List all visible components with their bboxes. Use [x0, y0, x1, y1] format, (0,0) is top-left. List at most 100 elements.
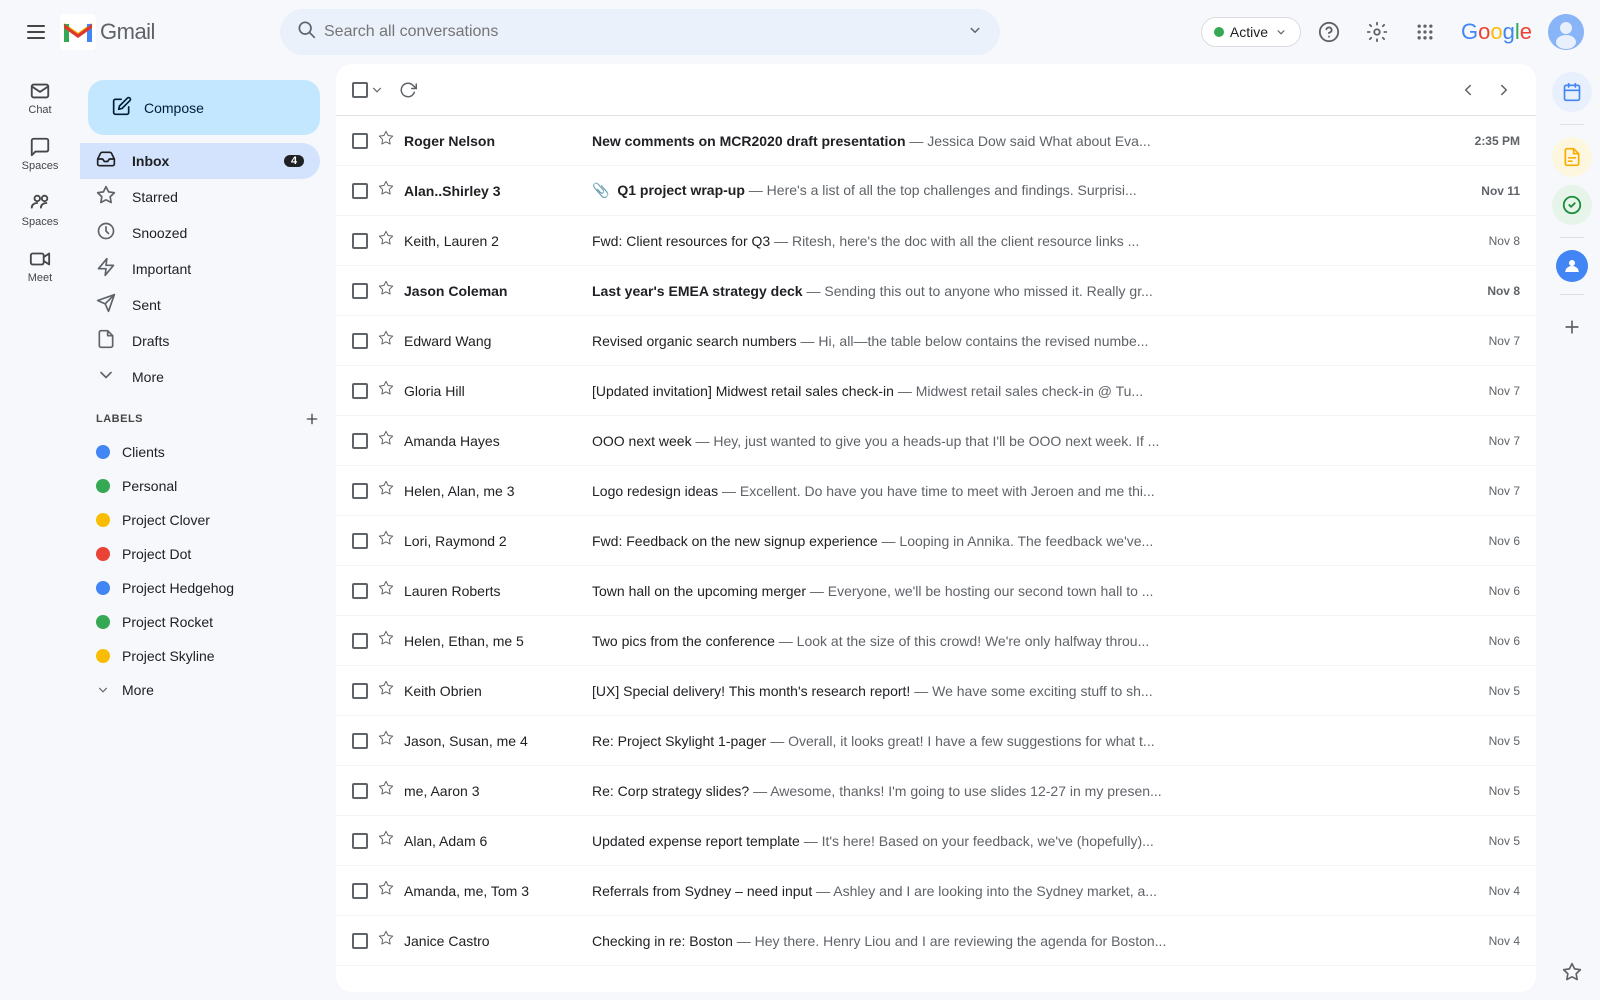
email-checkbox[interactable] [352, 933, 368, 949]
sidebar-item-important[interactable]: Important [80, 251, 320, 287]
sidebar-label-project-skyline[interactable]: Project Skyline [80, 639, 320, 673]
email-star-icon[interactable] [376, 330, 396, 351]
email-checkbox[interactable] [352, 433, 368, 449]
help-button[interactable] [1309, 12, 1349, 52]
email-checkbox[interactable] [352, 383, 368, 399]
sidebar-label-project-dot[interactable]: Project Dot [80, 537, 320, 571]
table-row[interactable]: Amanda Hayes OOO next week — Hey, just w… [336, 416, 1536, 466]
main-nav: Inbox 4 Starred Snoozed [80, 143, 336, 395]
table-row[interactable]: Gloria Hill [Updated invitation] Midwest… [336, 366, 1536, 416]
sidebar-label-project-rocket[interactable]: Project Rocket [80, 605, 320, 639]
email-checkbox[interactable] [352, 883, 368, 899]
email-sender: Janice Castro [404, 933, 584, 949]
email-star-icon[interactable] [376, 180, 396, 201]
compose-button[interactable]: Compose [88, 80, 320, 135]
sidebar-label-project-hedgehog[interactable]: Project Hedgehog [80, 571, 320, 605]
email-date: Nov 7 [1460, 334, 1520, 348]
sidebar-label-clients[interactable]: Clients [80, 435, 320, 469]
contacts-button[interactable] [1556, 250, 1588, 282]
email-star-icon[interactable] [376, 580, 396, 601]
table-row[interactable]: Helen, Alan, me 3 Logo redesign ideas — … [336, 466, 1536, 516]
email-checkbox[interactable] [352, 833, 368, 849]
email-checkbox[interactable] [352, 633, 368, 649]
settings-button[interactable] [1357, 12, 1397, 52]
table-row[interactable]: Jason Coleman Last year's EMEA strategy … [336, 266, 1536, 316]
email-checkbox[interactable] [352, 483, 368, 499]
add-app-button[interactable] [1552, 307, 1592, 347]
table-row[interactable]: Lauren Roberts Town hall on the upcoming… [336, 566, 1536, 616]
email-checkbox[interactable] [352, 283, 368, 299]
refresh-button[interactable] [392, 74, 424, 106]
email-star-icon[interactable] [376, 930, 396, 951]
email-star-icon[interactable] [376, 530, 396, 551]
next-page-button[interactable] [1488, 74, 1520, 106]
sidebar-item-drafts[interactable]: Drafts [80, 323, 320, 359]
email-star-icon[interactable] [376, 780, 396, 801]
email-star-icon[interactable] [376, 380, 396, 401]
tasks-button[interactable] [1552, 185, 1592, 225]
email-star-icon[interactable] [376, 830, 396, 851]
email-star-icon[interactable] [376, 880, 396, 901]
sidebar-item-sent[interactable]: Sent [80, 287, 320, 323]
sidebar-item-starred[interactable]: Starred [80, 179, 320, 215]
menu-button[interactable] [16, 12, 56, 52]
email-checkbox[interactable] [352, 133, 368, 149]
email-star-icon[interactable] [376, 430, 396, 451]
email-checkbox[interactable] [352, 683, 368, 699]
select-dropdown-arrow[interactable] [370, 83, 384, 97]
apps-button[interactable] [1405, 12, 1445, 52]
table-row[interactable]: Alan..Shirley 3 📎 Q1 project wrap-up — H… [336, 166, 1536, 216]
table-row[interactable]: Keith, Lauren 2 Fwd: Client resources fo… [336, 216, 1536, 266]
search-dropdown-icon[interactable] [966, 21, 984, 44]
search-input[interactable] [324, 23, 958, 41]
nav-chat-icon[interactable]: Spaces [22, 128, 59, 180]
email-checkbox[interactable] [352, 783, 368, 799]
table-row[interactable]: Lori, Raymond 2 Fwd: Feedback on the new… [336, 516, 1536, 566]
sidebar-item-snoozed[interactable]: Snoozed [80, 215, 320, 251]
user-avatar[interactable] [1548, 14, 1584, 50]
add-label-icon[interactable] [304, 411, 320, 427]
email-star-icon[interactable] [376, 630, 396, 651]
email-star-icon[interactable] [376, 280, 396, 301]
right-panel [1544, 64, 1600, 1000]
search-icon [296, 19, 316, 45]
table-row[interactable]: Helen, Ethan, me 5 Two pics from the con… [336, 616, 1536, 666]
table-row[interactable]: Keith Obrien [UX] Special delivery! This… [336, 666, 1536, 716]
sidebar-item-more[interactable]: More [80, 359, 320, 395]
email-star-icon[interactable] [376, 480, 396, 501]
email-checkbox[interactable] [352, 533, 368, 549]
sidebar-label-personal[interactable]: Personal [80, 469, 320, 503]
email-checkbox[interactable] [352, 583, 368, 599]
email-sender: Lauren Roberts [404, 583, 584, 599]
sidebar-label-more-labels[interactable]: More [80, 673, 320, 707]
email-checkbox[interactable] [352, 733, 368, 749]
email-star-icon[interactable] [376, 730, 396, 751]
select-all-checkbox[interactable] [352, 82, 384, 98]
email-subject: Last year's EMEA strategy deck [592, 283, 803, 299]
sidebar-item-inbox[interactable]: Inbox 4 [80, 143, 320, 179]
prev-page-button[interactable] [1452, 74, 1484, 106]
table-row[interactable]: Jason, Susan, me 4 Re: Project Skylight … [336, 716, 1536, 766]
star-widget[interactable] [1552, 952, 1592, 992]
status-button[interactable]: Active [1201, 17, 1301, 47]
table-row[interactable]: me, Aaron 3 Re: Corp strategy slides? — … [336, 766, 1536, 816]
table-row[interactable]: Alan, Adam 6 Updated expense report temp… [336, 816, 1536, 866]
email-star-icon[interactable] [376, 130, 396, 151]
nav-mail-icon[interactable]: Chat [28, 72, 51, 124]
select-checkbox[interactable] [352, 82, 368, 98]
email-star-icon[interactable] [376, 230, 396, 251]
email-checkbox[interactable] [352, 233, 368, 249]
table-row[interactable]: Edward Wang Revised organic search numbe… [336, 316, 1536, 366]
nav-spaces-icon[interactable]: Spaces [22, 184, 59, 236]
calendar-button[interactable] [1552, 72, 1592, 112]
table-row[interactable]: Amanda, me, Tom 3 Referrals from Sydney … [336, 866, 1536, 916]
notes-button[interactable] [1552, 137, 1592, 177]
table-row[interactable]: Janice Castro Checking in re: Boston — H… [336, 916, 1536, 966]
email-checkbox[interactable] [352, 183, 368, 199]
email-star-icon[interactable] [376, 680, 396, 701]
email-checkbox[interactable] [352, 333, 368, 349]
sidebar-label-project-clover[interactable]: Project Clover [80, 503, 320, 537]
table-row[interactable]: Roger Nelson New comments on MCR2020 dra… [336, 116, 1536, 166]
nav-meet-icon[interactable]: Meet [28, 240, 52, 292]
email-subject-snippet: [Updated invitation] Midwest retail sale… [592, 383, 1452, 399]
